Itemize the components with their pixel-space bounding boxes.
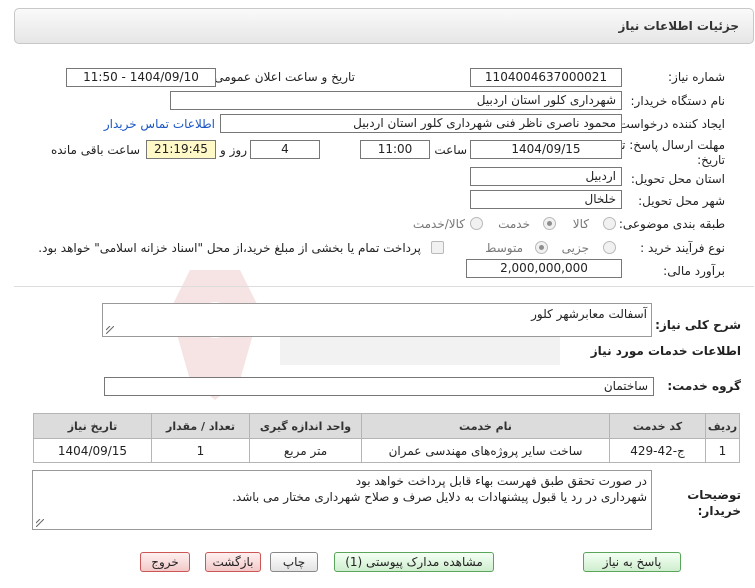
requester-value: محمود ناصری ناظر فنی شهرداری کلور استان … (220, 114, 622, 133)
column-header-date: تاریخ نیاز (33, 413, 152, 439)
budget-label: برآورد مالی: (663, 264, 725, 278)
back-button[interactable]: بازگشت (205, 552, 261, 572)
notes-line-2: شهرداری در رد یا قبول پیشنهادات به دلایل… (232, 490, 647, 504)
process-option-medium: متوسط (485, 241, 523, 255)
category-radio-service[interactable] (543, 217, 556, 230)
announce-datetime-value: 1404/09/10 - 11:50 (66, 68, 216, 87)
process-radio-minor[interactable] (603, 241, 616, 254)
time-remaining-label: ساعت باقی مانده (50, 143, 140, 157)
notes-line-1: در صورت تحقق طبق فهرست بهاء قابل پرداخت … (355, 474, 647, 488)
province-label: استان محل تحویل: (630, 172, 725, 186)
notes-textarea[interactable]: در صورت تحقق طبق فهرست بهاء قابل پرداخت … (32, 470, 652, 530)
table-header-row: ردیف کد خدمت نام خدمت واحد اندازه گیری ت… (33, 413, 740, 439)
buyer-org-label: نام دستگاه خریدار: (630, 94, 726, 108)
city-label: شهر محل تحویل: (638, 194, 725, 208)
exit-button[interactable]: خروج (140, 552, 190, 572)
announce-datetime-label: تاریخ و ساعت اعلان عمومی: (210, 70, 355, 84)
days-label: روز و (220, 143, 247, 157)
city-value: خلخال (470, 190, 622, 209)
category-option-service: خدمت (498, 217, 530, 231)
summary-text: آسفالت معابرشهر کلور (531, 307, 647, 321)
category-radio-both[interactable] (470, 217, 483, 230)
category-label: طبقه بندی موضوعی: (618, 217, 725, 231)
column-header-name: نام خدمت (361, 413, 610, 439)
process-option-minor: جزیی (561, 241, 589, 255)
column-header-row-number: ردیف (705, 413, 740, 439)
need-number-label: شماره نیاز: (668, 70, 725, 84)
section-divider (14, 286, 754, 287)
column-header-qty: تعداد / مقدار (151, 413, 250, 439)
requester-label: ایجاد کننده درخواست: (614, 117, 725, 131)
deadline-date: 1404/09/15 (470, 140, 622, 159)
cell-name: ساخت سایر پروژه‌های مهندسی عمران (361, 438, 610, 463)
services-title: اطلاعات خدمات مورد نیاز (590, 344, 741, 358)
category-option-both: کالا/خدمت (412, 217, 465, 231)
notes-label-line1: توضیحات (687, 488, 741, 502)
resize-grip-icon[interactable] (106, 326, 114, 334)
buyer-contact-link[interactable]: اطلاعات تماس خریدار (104, 117, 215, 131)
deadline-label: مهلت ارسال پاسخ: تا تاریخ: (618, 138, 725, 167)
category-option-goods: کالا (572, 217, 589, 231)
services-table: ردیف کد خدمت نام خدمت واحد اندازه گیری ت… (33, 413, 740, 463)
notes-label-line2: خریدار: (697, 504, 741, 518)
attachments-button[interactable]: مشاهده مدارک پیوستی (1) (334, 552, 494, 572)
page-title: جزئیات اطلاعات نیاز (618, 19, 739, 33)
resize-grip-icon[interactable] (36, 519, 44, 527)
details-header: جزئیات اطلاعات نیاز (14, 8, 754, 44)
column-header-unit: واحد اندازه گیری (249, 413, 362, 439)
cell-date: 1404/09/15 (33, 438, 152, 463)
buyer-org-value: شهرداری کلور استان اردبیل (170, 91, 622, 110)
budget-value: 2,000,000,000 (466, 259, 622, 278)
category-radio-goods[interactable] (603, 217, 616, 230)
column-header-code: کد خدمت (609, 413, 706, 439)
service-group-label: گروه خدمت: (667, 379, 741, 393)
time-remaining: 21:19:45 (146, 140, 216, 159)
service-group-value: ساختمان (104, 377, 654, 396)
summary-textarea[interactable]: آسفالت معابرشهر کلور (102, 303, 652, 337)
process-radio-medium[interactable] (535, 241, 548, 254)
days-remaining: 4 (250, 140, 320, 159)
print-button[interactable]: چاپ (270, 552, 318, 572)
cell-qty: 1 (151, 438, 250, 463)
process-label: نوع فرآیند خرید : (640, 241, 725, 255)
reply-button[interactable]: پاسخ به نیاز (583, 552, 681, 572)
need-number-value: 1104004637000021 (470, 68, 622, 87)
treasury-payment-note: پرداخت تمام یا بخشی از مبلغ خرید،از محل … (38, 241, 421, 255)
deadline-time-label: ساعت (434, 143, 467, 157)
deadline-time: 11:00 (360, 140, 430, 159)
summary-label: شرح کلی نیاز: (655, 318, 741, 332)
cell-code: ج-42-429 (609, 438, 706, 463)
table-row: 1 ج-42-429 ساخت سایر پروژه‌های مهندسی عم… (33, 438, 740, 463)
cell-row-number: 1 (705, 438, 740, 463)
cell-unit: متر مربع (249, 438, 362, 463)
treasury-payment-checkbox[interactable] (431, 241, 444, 254)
province-value: اردبیل (470, 167, 622, 186)
